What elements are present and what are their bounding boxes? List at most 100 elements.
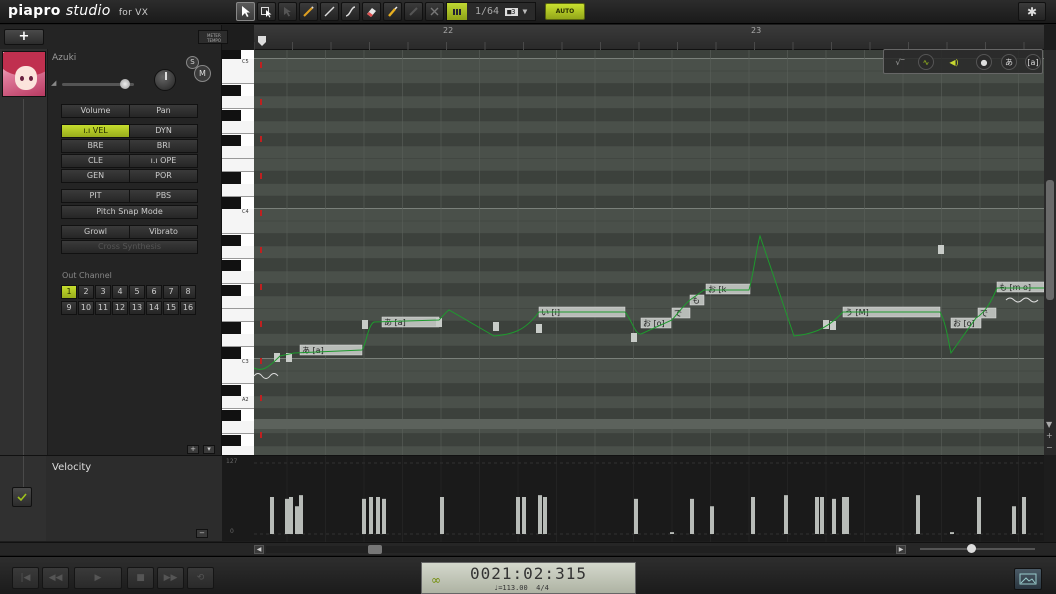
singer-preview-button[interactable]: ●: [976, 54, 992, 70]
piano-keyboard[interactable]: C5 C4 C3 A2: [222, 50, 254, 455]
black-key[interactable]: [222, 134, 241, 146]
bre-param-button[interactable]: BRE: [61, 139, 130, 153]
meter-tempo-toggle[interactable]: METER TEMPO: [198, 30, 228, 44]
mixer-view-button[interactable]: [1014, 568, 1042, 590]
out-channel-5-button[interactable]: 5: [129, 285, 145, 299]
phoneme-toggle-button[interactable]: [a]: [1025, 54, 1041, 70]
white-key[interactable]: [222, 96, 254, 109]
vertical-scrollbar[interactable]: ▼ + −: [1044, 50, 1056, 455]
volume-slider[interactable]: [62, 79, 134, 89]
horizontal-scrollbar[interactable]: ◀ ▶: [0, 542, 1056, 555]
dyn-param-button[interactable]: DYN: [129, 124, 198, 138]
white-key[interactable]: [222, 308, 254, 322]
vertical-scroll-thumb[interactable]: [1046, 180, 1054, 300]
white-key[interactable]: [222, 208, 254, 222]
velocity-graph[interactable]: 127 0: [222, 455, 1044, 542]
cle-param-button[interactable]: CLE: [61, 154, 130, 168]
white-key[interactable]: [222, 358, 254, 372]
growl-button[interactable]: Growl: [61, 225, 130, 239]
white-key[interactable]: [222, 183, 254, 197]
scroll-left-icon[interactable]: ◀: [254, 545, 264, 554]
white-key[interactable]: [222, 296, 254, 309]
lyrics-toggle-button[interactable]: あ: [1001, 54, 1017, 70]
volume-slider-knob[interactable]: [120, 79, 130, 89]
white-key[interactable]: [222, 121, 254, 134]
black-key[interactable]: [222, 322, 241, 334]
pan-knob[interactable]: [154, 69, 176, 91]
white-key[interactable]: [222, 146, 254, 159]
velocity-enable-toggle[interactable]: [12, 487, 32, 507]
black-key[interactable]: [222, 84, 241, 96]
gen-param-button[interactable]: GEN: [61, 169, 130, 183]
timeline-ruler[interactable]: 22 23: [254, 25, 1044, 50]
piano-roll[interactable]: 22 23 « あ [a]あ [a]い [i]お [o]う [M]お [o]お …: [254, 25, 1044, 455]
velocity-collapse-button[interactable]: −: [196, 529, 208, 538]
add-track-button[interactable]: +: [4, 29, 44, 45]
black-key[interactable]: [222, 284, 241, 296]
por-param-button[interactable]: POR: [129, 169, 198, 183]
speaker-icon[interactable]: ◀): [946, 54, 962, 70]
white-key[interactable]: [222, 58, 254, 72]
white-key[interactable]: [222, 396, 254, 409]
white-key[interactable]: [222, 246, 254, 259]
pitch-curve-toggle[interactable]: ∿: [918, 54, 934, 70]
cross-synthesis-button[interactable]: Cross Synthesis: [61, 240, 198, 254]
singer-avatar[interactable]: [2, 51, 46, 97]
out-channel-6-button[interactable]: 6: [146, 285, 162, 299]
out-channel-13-button[interactable]: 13: [129, 301, 145, 315]
out-channel-1-button[interactable]: 1: [61, 285, 77, 299]
pan-param-button[interactable]: Pan: [129, 104, 198, 118]
white-key[interactable]: [222, 421, 254, 434]
fast-forward-button[interactable]: ▶▶: [157, 567, 184, 589]
black-key[interactable]: [222, 50, 241, 59]
black-key[interactable]: [222, 109, 241, 121]
white-key[interactable]: [222, 271, 254, 284]
volume-param-button[interactable]: Volume: [61, 104, 130, 118]
grab-tool-button[interactable]: [278, 2, 297, 21]
horizontal-scroll-thumb[interactable]: [368, 545, 382, 554]
pitch-snap-mode-button[interactable]: Pitch Snap Mode: [61, 205, 198, 219]
black-key[interactable]: [222, 197, 241, 209]
black-key[interactable]: [222, 409, 241, 421]
scroll-down-icon[interactable]: ▼: [1046, 420, 1052, 429]
pbs-param-button[interactable]: PBS: [129, 189, 198, 203]
paint-tool-button[interactable]: [383, 2, 402, 21]
scroll-right-icon[interactable]: ▶: [896, 545, 906, 554]
out-channel-8-button[interactable]: 8: [180, 285, 196, 299]
zoom-out-icon[interactable]: −: [1046, 443, 1053, 452]
black-key[interactable]: [222, 172, 241, 184]
white-key[interactable]: [222, 333, 254, 347]
settings-button[interactable]: ✱: [1018, 2, 1046, 21]
white-key[interactable]: [222, 71, 254, 84]
black-key[interactable]: [222, 384, 241, 396]
out-channel-2-button[interactable]: 2: [78, 285, 94, 299]
pit-param-button[interactable]: PIT: [61, 189, 130, 203]
bri-param-button[interactable]: BRI: [129, 139, 198, 153]
black-key[interactable]: [222, 259, 241, 271]
zoom-slider-knob[interactable]: [967, 544, 976, 553]
out-channel-10-button[interactable]: 10: [78, 301, 94, 315]
out-channel-11-button[interactable]: 11: [95, 301, 111, 315]
white-key[interactable]: [222, 221, 254, 234]
zoom-slider[interactable]: [920, 544, 1035, 553]
time-display[interactable]: ∞ 0021:02:315 ♩=113.00 4/4: [421, 562, 636, 594]
go-to-start-button[interactable]: |◀: [12, 567, 39, 589]
note-grid[interactable]: あ [a]あ [a]い [i]お [o]う [M]お [o]お [kで も で …: [254, 50, 1044, 455]
out-channel-16-button[interactable]: 16: [180, 301, 196, 315]
out-channel-4-button[interactable]: 4: [112, 285, 128, 299]
black-key[interactable]: [222, 347, 241, 359]
out-channel-9-button[interactable]: 9: [61, 301, 77, 315]
select-tool-button[interactable]: [257, 2, 276, 21]
line-tool-button[interactable]: [320, 2, 339, 21]
auto-button[interactable]: AUTO: [545, 3, 585, 20]
black-key[interactable]: [222, 234, 241, 246]
param-menu-button[interactable]: ▾: [203, 445, 215, 454]
pointer-tool-button[interactable]: [236, 2, 255, 21]
white-key[interactable]: [222, 446, 254, 455]
vel-param-button[interactable]: ı.ı VEL: [61, 124, 130, 138]
vibrato-button[interactable]: Vibrato: [129, 225, 198, 239]
dimmed-tool-button[interactable]: [404, 2, 423, 21]
pitch-line-icon[interactable]: √‾: [892, 54, 908, 70]
rewind-button[interactable]: ◀◀: [42, 567, 69, 589]
quantize-select[interactable]: 1/64 ■3 ▼: [446, 2, 536, 21]
